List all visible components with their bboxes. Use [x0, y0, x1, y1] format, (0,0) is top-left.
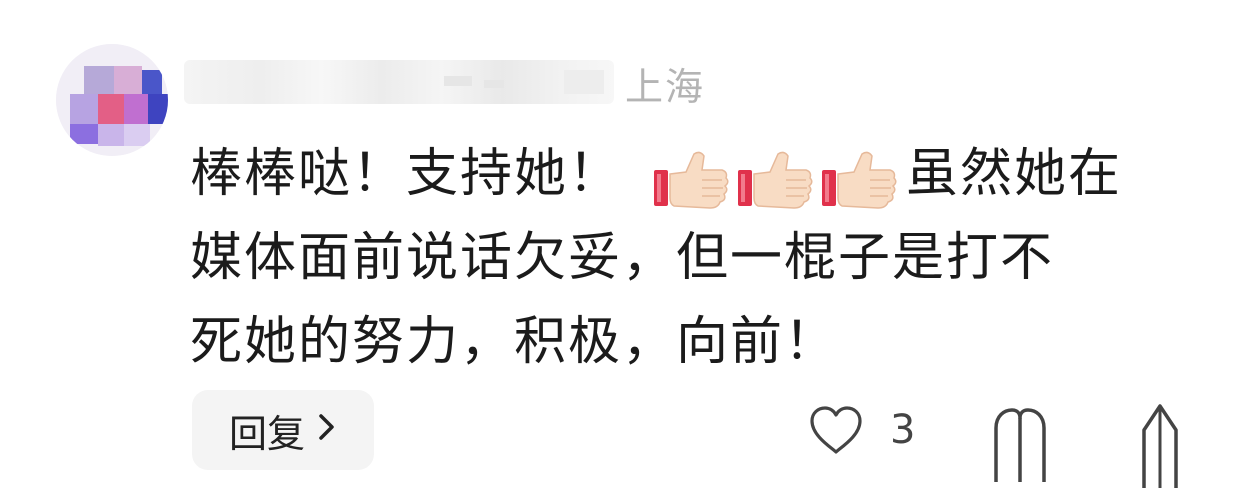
- location-label: 上海: [625, 65, 706, 109]
- like-button[interactable]: 3: [808, 404, 915, 456]
- comment-bubble-icon[interactable]: [990, 404, 1050, 488]
- like-count: 3: [890, 407, 916, 453]
- avatar[interactable]: [56, 44, 168, 156]
- thumbs-up-icon: [738, 151, 813, 209]
- comment-line-3: 死她的努力，积极，向前！: [190, 312, 839, 372]
- comment-line-1: 棒棒哒！支持她！ 虽然她在: [190, 132, 1190, 216]
- comment-line-1-prefix: 棒棒哒！支持她！: [190, 144, 623, 204]
- reply-label: 回复: [228, 411, 305, 456]
- comment-card: 上海 棒棒哒！支持她！ 虽然她在 媒体面前说话欠妥，但一棍子是打不 死她的努力，…: [0, 0, 1256, 494]
- comment-text: 棒棒哒！支持她！ 虽然她在 媒体面前说话欠妥，但一棍子是打不 死她的努力，积极，…: [190, 132, 1190, 384]
- chevron-right-icon: [317, 410, 337, 451]
- heart-icon: [810, 406, 862, 454]
- username-blurred[interactable]: [184, 60, 614, 104]
- reply-button[interactable]: 回复: [192, 390, 374, 470]
- comment-line-2: 媒体面前说话欠妥，但一棍子是打不: [190, 228, 1055, 288]
- share-icon[interactable]: [1136, 400, 1186, 494]
- emoji-group: [652, 135, 904, 219]
- comment-line-1-suffix: 虽然她在: [906, 144, 1123, 204]
- thumbs-up-icon: [822, 151, 897, 209]
- thumbs-up-icon: [654, 151, 729, 209]
